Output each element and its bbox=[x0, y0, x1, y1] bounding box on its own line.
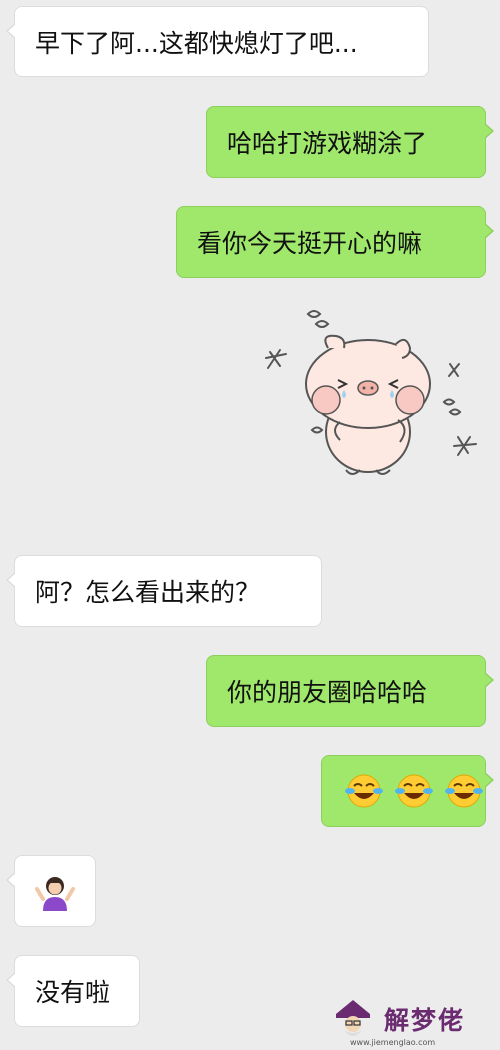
face-with-tears-of-joy-icon bbox=[445, 774, 483, 808]
pig-sticker[interactable] bbox=[258, 292, 480, 492]
face-with-tears-of-joy-icon bbox=[345, 774, 383, 808]
message-text: 阿？怎么看出来的？ bbox=[35, 578, 261, 607]
message-bubble-outgoing[interactable]: 看你今天挺开心的嘛 bbox=[176, 206, 494, 278]
woman-shrugging-icon bbox=[35, 877, 75, 911]
message-bubble-incoming[interactable]: 早下了阿...这都快熄灯了吧... bbox=[6, 6, 429, 77]
message-text: 哈哈打游戏糊涂了 bbox=[227, 129, 428, 158]
message-text: 看你今天挺开心的嘛 bbox=[197, 229, 423, 258]
watermark-text: 解梦佬 bbox=[384, 1006, 466, 1035]
message-bubble-incoming[interactable]: 没有啦 bbox=[6, 955, 140, 1027]
pig-sticker-image bbox=[265, 310, 477, 475]
face-with-tears-of-joy-icon bbox=[395, 774, 433, 808]
watermark-url: www.jiemenglao.com bbox=[350, 1038, 436, 1047]
message-bubble-outgoing[interactable]: 你的朋友圈哈哈哈 bbox=[206, 655, 494, 727]
message-bubble-outgoing[interactable] bbox=[321, 755, 494, 827]
message-bubble-incoming[interactable] bbox=[6, 855, 96, 927]
wizard-logo-icon bbox=[336, 1000, 370, 1036]
message-bubble-outgoing[interactable]: 哈哈打游戏糊涂了 bbox=[206, 106, 494, 178]
message-text: 早下了阿...这都快熄灯了吧... bbox=[35, 28, 358, 58]
message-text: 没有啦 bbox=[35, 978, 111, 1007]
message-bubble-incoming[interactable]: 阿？怎么看出来的？ bbox=[6, 555, 322, 627]
message-text: 你的朋友圈哈哈哈 bbox=[227, 678, 428, 707]
